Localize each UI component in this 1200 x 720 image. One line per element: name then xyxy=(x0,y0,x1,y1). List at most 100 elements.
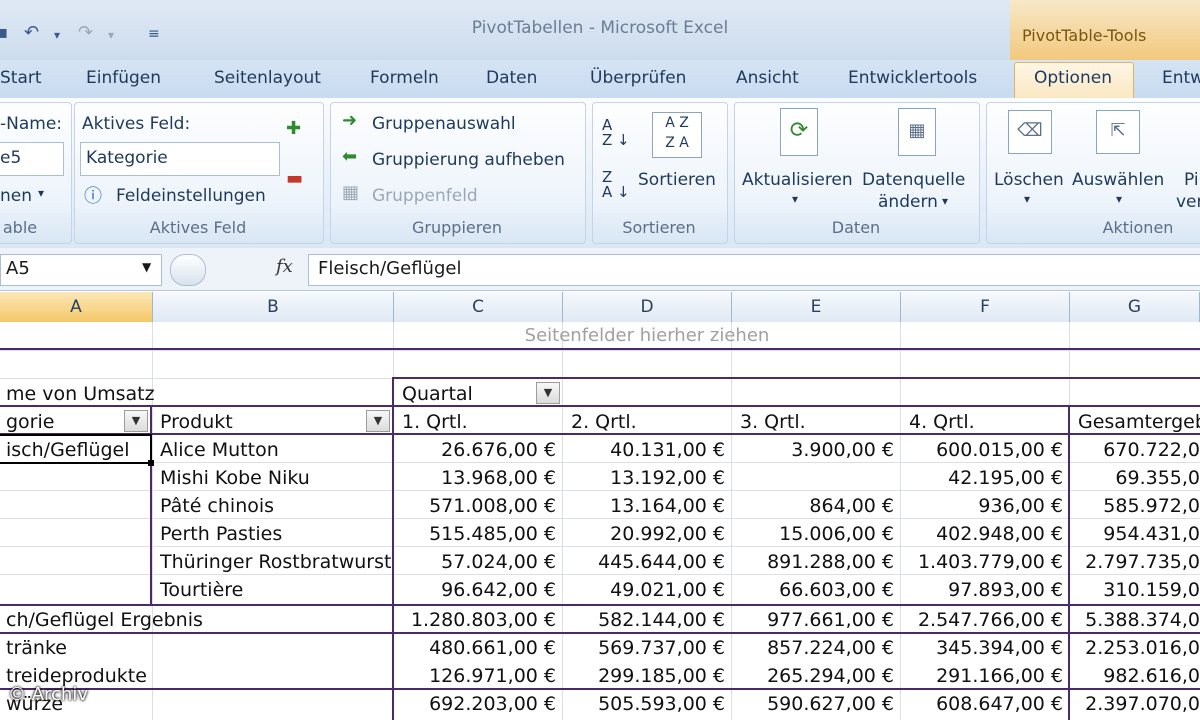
formula-bar-handle[interactable] xyxy=(170,254,206,286)
ungroup-button[interactable]: Gruppierung aufheben xyxy=(372,150,565,170)
row-1-q2[interactable]: 13.192,00 € xyxy=(563,464,731,492)
row-7-category[interactable]: tränke xyxy=(0,634,393,662)
row-1-q1[interactable]: 13.968,00 € xyxy=(394,464,562,492)
row-7-q1[interactable]: 480.661,00 € xyxy=(394,634,562,662)
select-button[interactable]: Auswählen xyxy=(1072,170,1164,190)
row-field-category-dropdown-icon[interactable]: ▼ xyxy=(124,410,148,432)
row-2-total[interactable]: 585.972,0 xyxy=(1072,492,1200,520)
row-4-product[interactable]: Thüringer Rostbratwurst xyxy=(154,548,393,576)
row-4-q1[interactable]: 57.024,00 € xyxy=(394,548,562,576)
row-6-q3[interactable]: 977.661,00 € xyxy=(732,606,900,634)
row-2-q3[interactable]: 864,00 € xyxy=(732,492,900,520)
tab-seitenlayout[interactable]: Seitenlayout xyxy=(214,68,321,88)
tab-entwicklertools[interactable]: Entwicklertools xyxy=(848,68,977,88)
row-7-total[interactable]: 2.253.016,0 xyxy=(1072,634,1200,662)
group-field-button[interactable]: Gruppenfeld xyxy=(372,186,478,206)
refresh-dropdown-icon[interactable]: ▾ xyxy=(792,192,798,206)
row-8-q1[interactable]: 126.971,00 € xyxy=(394,662,562,690)
clear-dropdown-icon[interactable]: ▾ xyxy=(1024,192,1030,206)
column-header-d[interactable]: D xyxy=(563,292,732,322)
row-4-q3[interactable]: 891.288,00 € xyxy=(732,548,900,576)
pivot-data-field[interactable]: me von Umsatz xyxy=(0,380,393,408)
group-selection-button[interactable]: Gruppenauswahl xyxy=(372,114,516,134)
sort-za-icon[interactable]: ZA ↓ xyxy=(602,170,630,200)
row-0-product[interactable]: Alice Mutton xyxy=(154,436,393,464)
pivot-row-field-product[interactable]: Produkt xyxy=(154,408,364,436)
pivot-row-field-category[interactable]: gorie xyxy=(0,408,124,436)
select-dropdown-icon[interactable]: ▾ xyxy=(1116,192,1122,206)
page-fields-drop-zone[interactable]: Seitenfelder hierher ziehen xyxy=(394,322,900,350)
col-header-q4[interactable]: 4. Qrtl. xyxy=(903,408,1069,436)
row-0-q1[interactable]: 26.676,00 € xyxy=(394,436,562,464)
column-header-e[interactable]: E xyxy=(732,292,901,322)
row-8-q3[interactable]: 265.294,00 € xyxy=(732,662,900,690)
row-2-q1[interactable]: 571.008,00 € xyxy=(394,492,562,520)
row-2-product[interactable]: Pâté chinois xyxy=(154,492,393,520)
row-field-product-dropdown-icon[interactable]: ▼ xyxy=(366,410,390,432)
row-0-total[interactable]: 670.722,0 xyxy=(1072,436,1200,464)
refresh-button[interactable]: Aktualisieren xyxy=(742,170,853,190)
collapse-field-icon[interactable]: ▬ xyxy=(286,168,303,189)
tab-einfuegen[interactable]: Einfügen xyxy=(86,68,161,88)
row-6-q4[interactable]: 2.547.766,00 € xyxy=(901,606,1069,634)
row-5-q3[interactable]: 66.603,00 € xyxy=(732,576,900,604)
row-3-product[interactable]: Perth Pasties xyxy=(154,520,393,548)
row-1-product[interactable]: Mishi Kobe Niku xyxy=(154,464,393,492)
pivottable-options-dropdown-icon[interactable]: ▾ xyxy=(38,186,44,200)
row-4-q4[interactable]: 1.403.779,00 € xyxy=(901,548,1069,576)
col-header-q3[interactable]: 3. Qrtl. xyxy=(734,408,900,436)
row-2-q2[interactable]: 13.164,00 € xyxy=(563,492,731,520)
change-source-line2[interactable]: ändern xyxy=(878,192,938,212)
tab-ansicht[interactable]: Ansicht xyxy=(736,68,799,88)
row-3-q1[interactable]: 515.485,00 € xyxy=(394,520,562,548)
row-8-q4[interactable]: 291.166,00 € xyxy=(901,662,1069,690)
row-9-q3[interactable]: 590.627,00 € xyxy=(732,690,900,718)
sort-az-icon[interactable]: AZ ↓ xyxy=(602,118,630,148)
row-7-q4[interactable]: 345.394,00 € xyxy=(901,634,1069,662)
sort-button[interactable]: Sortieren xyxy=(638,170,716,190)
row-9-q4[interactable]: 608.647,00 € xyxy=(901,690,1069,718)
tab-formeln[interactable]: Formeln xyxy=(370,68,439,88)
row-0-q4[interactable]: 600.015,00 € xyxy=(901,436,1069,464)
row-5-q1[interactable]: 96.642,00 € xyxy=(394,576,562,604)
column-header-a[interactable]: A xyxy=(0,292,153,322)
insert-function-icon[interactable]: fx xyxy=(276,256,293,277)
row-6-category-total[interactable]: ch/Geflügel Ergebnis xyxy=(0,606,393,634)
row-0-q2[interactable]: 40.131,00 € xyxy=(563,436,731,464)
pivottable-options-button[interactable]: nen xyxy=(0,186,32,206)
row-2-q4[interactable]: 936,00 € xyxy=(901,492,1069,520)
row-4-q2[interactable]: 445.644,00 € xyxy=(563,548,731,576)
pivot-column-field[interactable]: Quartal xyxy=(396,380,536,408)
row-1-q4[interactable]: 42.195,00 € xyxy=(901,464,1069,492)
row-6-total[interactable]: 5.388.374,0 xyxy=(1072,606,1200,634)
row-3-q4[interactable]: 402.948,00 € xyxy=(901,520,1069,548)
clear-button[interactable]: Löschen xyxy=(994,170,1064,190)
column-header-b[interactable]: B xyxy=(153,292,394,322)
fill-handle[interactable] xyxy=(148,460,154,466)
col-header-total[interactable]: Gesamtergeb xyxy=(1072,408,1200,436)
move-pivot-line1[interactable]: Pi xyxy=(1184,170,1199,190)
tab-daten[interactable]: Daten xyxy=(486,68,537,88)
col-header-q2[interactable]: 2. Qrtl. xyxy=(565,408,731,436)
move-pivot-line2[interactable]: ver xyxy=(1176,192,1200,212)
row-0-q3[interactable]: 3.900,00 € xyxy=(732,436,900,464)
row-9-q2[interactable]: 505.593,00 € xyxy=(563,690,731,718)
column-field-dropdown-icon[interactable]: ▼ xyxy=(536,382,560,404)
column-header-f[interactable]: F xyxy=(901,292,1070,322)
tab-entwurf[interactable]: Entw xyxy=(1162,68,1200,88)
row-1-q3[interactable] xyxy=(732,464,900,492)
row-6-q1[interactable]: 1.280.803,00 € xyxy=(394,606,562,634)
row-3-total[interactable]: 954.431,0 xyxy=(1072,520,1200,548)
row-9-total[interactable]: 2.397.070,0 xyxy=(1072,690,1200,718)
name-box-dropdown-icon[interactable]: ▼ xyxy=(142,260,151,274)
row-3-q2[interactable]: 20.992,00 € xyxy=(563,520,731,548)
col-header-q1[interactable]: 1. Qrtl. xyxy=(396,408,562,436)
tab-ueberpruefen[interactable]: Überprüfen xyxy=(590,68,686,88)
row-3-q3[interactable]: 15.006,00 € xyxy=(732,520,900,548)
change-source-dropdown-icon[interactable]: ▾ xyxy=(942,194,948,208)
row-6-q2[interactable]: 582.144,00 € xyxy=(563,606,731,634)
row-5-total[interactable]: 310.159,0 xyxy=(1072,576,1200,604)
row-8-total[interactable]: 982.616,0 xyxy=(1072,662,1200,690)
row-4-total[interactable]: 2.797.735,0 xyxy=(1072,548,1200,576)
tab-optionen[interactable]: Optionen xyxy=(1034,68,1112,88)
